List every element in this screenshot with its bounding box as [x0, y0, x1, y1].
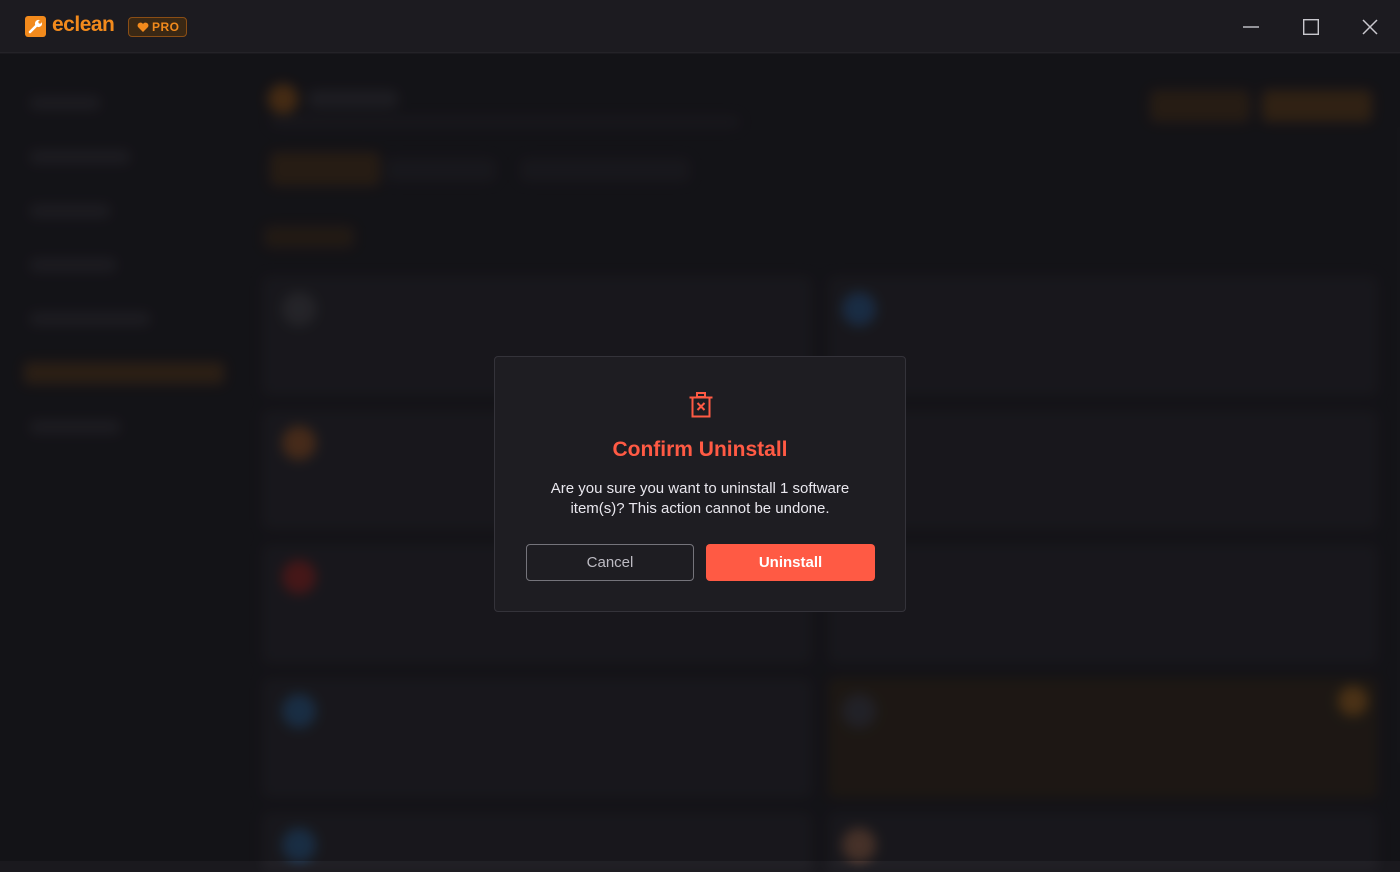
dialog-title: Confirm Uninstall	[612, 438, 788, 461]
maximize-icon	[1303, 19, 1319, 35]
minimize-icon	[1243, 26, 1259, 28]
title-bar: eclean PRO	[0, 0, 1400, 53]
trash-x-icon	[687, 391, 715, 419]
app-name: eclean	[52, 13, 115, 36]
app-logo-icon	[25, 16, 46, 37]
confirm-uninstall-dialog: Confirm Uninstall Are you sure you want …	[494, 356, 906, 612]
close-button[interactable]	[1355, 12, 1385, 42]
heart-icon	[137, 22, 149, 32]
cancel-button[interactable]: Cancel	[526, 544, 694, 581]
dialog-message: Are you sure you want to uninstall 1 sof…	[550, 480, 850, 517]
close-icon	[1362, 19, 1378, 35]
minimize-button[interactable]	[1236, 12, 1266, 42]
uninstall-button[interactable]: Uninstall	[706, 544, 875, 581]
pro-badge-label: PRO	[152, 20, 180, 34]
pro-badge: PRO	[128, 17, 187, 37]
maximize-button[interactable]	[1296, 12, 1326, 42]
